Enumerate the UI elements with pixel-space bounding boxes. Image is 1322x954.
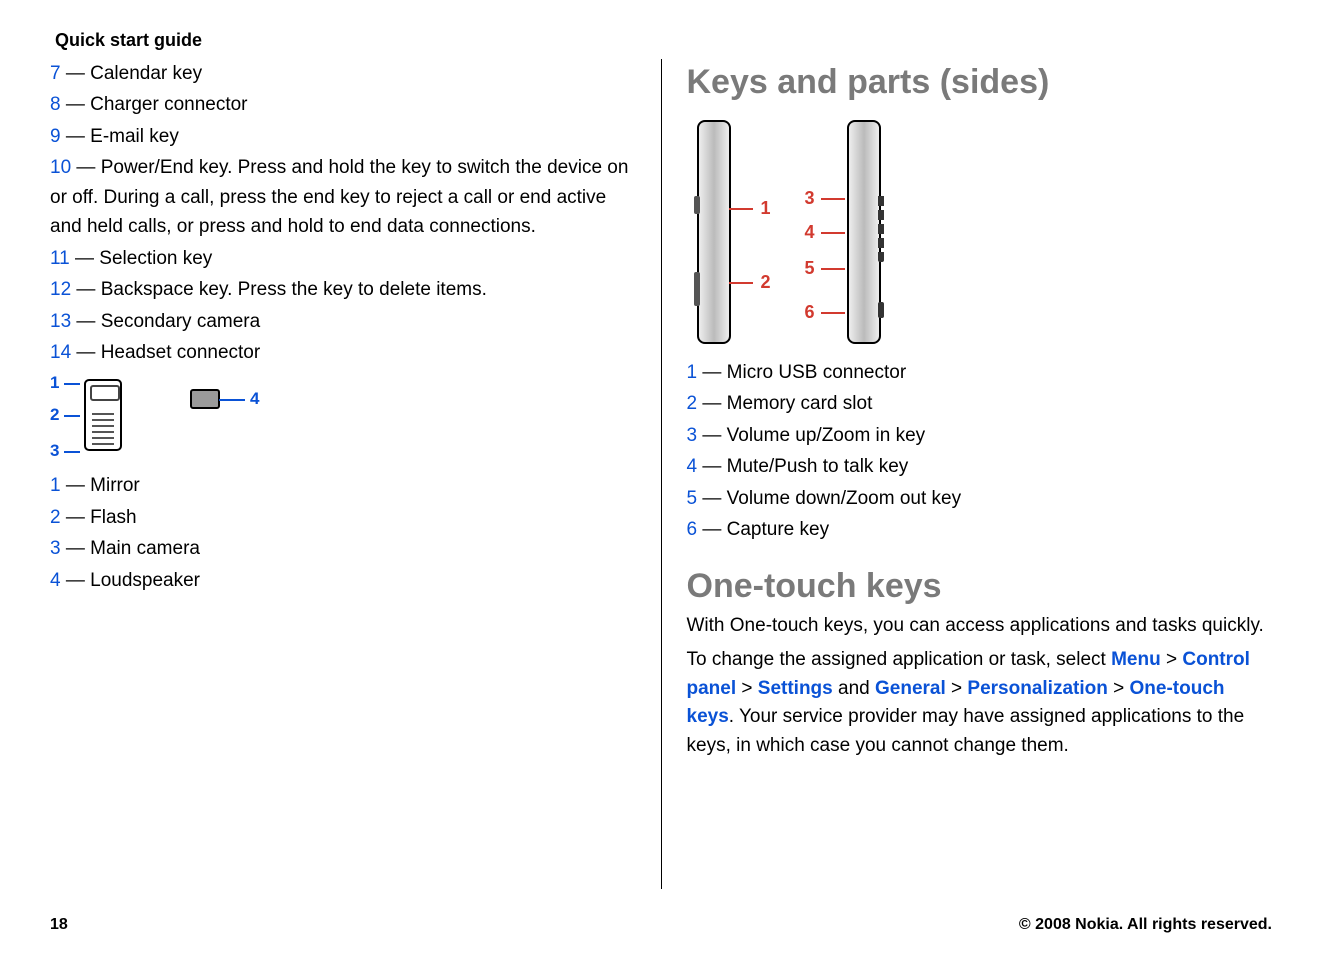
diagram-label: 5 — [805, 258, 815, 279]
key-label: Secondary camera — [101, 311, 260, 332]
key-number: 13 — [50, 311, 71, 332]
key-label: Headset connector — [101, 342, 261, 363]
left-column: 7 — Calendar key 8 — Charger connector 9… — [50, 59, 662, 889]
key-item: 1 — Mirror — [50, 471, 636, 500]
key-number: 7 — [50, 63, 61, 84]
heading-one-touch-keys: One-touch keys — [687, 567, 1273, 606]
heading-keys-and-parts-sides: Keys and parts (sides) — [687, 63, 1273, 102]
key-label: Main camera — [90, 538, 200, 559]
right-column: Keys and parts (sides) 1 2 3 4 5 6 1 — M… — [662, 59, 1273, 889]
key-label: Volume up/Zoom in key — [727, 425, 926, 446]
two-column-layout: 7 — Calendar key 8 — Charger connector 9… — [50, 59, 1272, 889]
key-number: 6 — [687, 519, 698, 540]
sep: > — [736, 678, 758, 699]
key-number: 1 — [50, 475, 61, 496]
key-label: Micro USB connector — [727, 362, 907, 383]
key-label: Mute/Push to talk key — [727, 456, 909, 477]
diagram-label: 4 — [250, 389, 259, 409]
page-number: 18 — [50, 916, 68, 934]
key-item: 4 — Mute/Push to talk key — [687, 452, 1273, 481]
diagram-label: 3 — [805, 188, 815, 209]
diagram-label: 6 — [805, 302, 815, 323]
key-number: 11 — [50, 248, 70, 269]
key-number: 5 — [687, 488, 698, 509]
key-label: Calendar key — [90, 63, 202, 84]
key-label: Selection key — [99, 248, 212, 269]
diagram-label: 4 — [805, 222, 815, 243]
key-item: 13 — Secondary camera — [50, 307, 636, 336]
diagram-label: 1 — [50, 373, 59, 393]
key-label: Power/End key. Press and hold the key to… — [50, 157, 628, 237]
key-number: 4 — [687, 456, 698, 477]
section-header: Quick start guide — [55, 30, 1272, 51]
key-item: 3 — Main camera — [50, 534, 636, 563]
key-item: 3 — Volume up/Zoom in key — [687, 421, 1273, 450]
nav-menu: Menu — [1111, 649, 1161, 670]
sep: > — [1161, 649, 1183, 670]
key-number: 12 — [50, 279, 71, 300]
side-keys-diagram: 1 2 3 4 5 6 — [687, 112, 917, 352]
nav-general: General — [875, 678, 946, 699]
diagram-label: 3 — [50, 441, 59, 461]
key-item: 6 — Capture key — [687, 515, 1273, 544]
nav-settings: Settings — [758, 678, 833, 699]
key-number: 4 — [50, 570, 61, 591]
key-label: Backspace key. Press the key to delete i… — [101, 279, 487, 300]
key-label: Capture key — [727, 519, 829, 540]
key-number: 3 — [687, 425, 698, 446]
key-item: 4 — Loudspeaker — [50, 566, 636, 595]
key-number: 10 — [50, 157, 71, 178]
key-item: 2 — Flash — [50, 503, 636, 532]
key-item: 11 — Selection key — [50, 244, 636, 273]
diagram-label: 2 — [50, 405, 59, 425]
key-number: 8 — [50, 94, 61, 115]
text: To change the assigned application or ta… — [687, 649, 1112, 670]
key-item: 9 — E-mail key — [50, 122, 636, 151]
key-number: 2 — [687, 393, 698, 414]
nav-personalization: Personalization — [967, 678, 1107, 699]
key-item: 5 — Volume down/Zoom out key — [687, 484, 1273, 513]
one-touch-intro: With One-touch keys, you can access appl… — [687, 612, 1273, 641]
key-label: E-mail key — [90, 126, 179, 147]
page-footer: 18 © 2008 Nokia. All rights reserved. — [50, 916, 1272, 934]
key-number: 9 — [50, 126, 61, 147]
key-item: 7 — Calendar key — [50, 59, 636, 88]
key-number: 2 — [50, 507, 61, 528]
key-item: 8 — Charger connector — [50, 90, 636, 119]
diagram-label: 2 — [761, 272, 771, 293]
key-label: Flash — [90, 507, 136, 528]
key-label: Charger connector — [90, 94, 247, 115]
key-item: 14 — Headset connector — [50, 338, 636, 367]
sep: > — [1108, 678, 1130, 699]
key-number: 3 — [50, 538, 61, 559]
key-item: 2 — Memory card slot — [687, 389, 1273, 418]
key-label: Volume down/Zoom out key — [727, 488, 961, 509]
text: and — [833, 678, 875, 699]
copyright: © 2008 Nokia. All rights reserved. — [1019, 916, 1272, 934]
key-item: 12 — Backspace key. Press the key to del… — [50, 275, 636, 304]
diagram-label: 1 — [761, 198, 771, 219]
key-number: 14 — [50, 342, 71, 363]
key-label: Loudspeaker — [90, 570, 200, 591]
key-label: Memory card slot — [727, 393, 873, 414]
text: . Your service provider may have assigne… — [687, 706, 1245, 756]
sep: > — [946, 678, 968, 699]
one-touch-instructions: To change the assigned application or ta… — [687, 646, 1273, 760]
key-item: 10 — Power/End key. Press and hold the k… — [50, 153, 636, 241]
key-item: 1 — Micro USB connector — [687, 358, 1273, 387]
camera-diagram: 1 2 3 4 — [50, 371, 270, 461]
key-label: Mirror — [90, 475, 140, 496]
key-number: 1 — [687, 362, 698, 383]
